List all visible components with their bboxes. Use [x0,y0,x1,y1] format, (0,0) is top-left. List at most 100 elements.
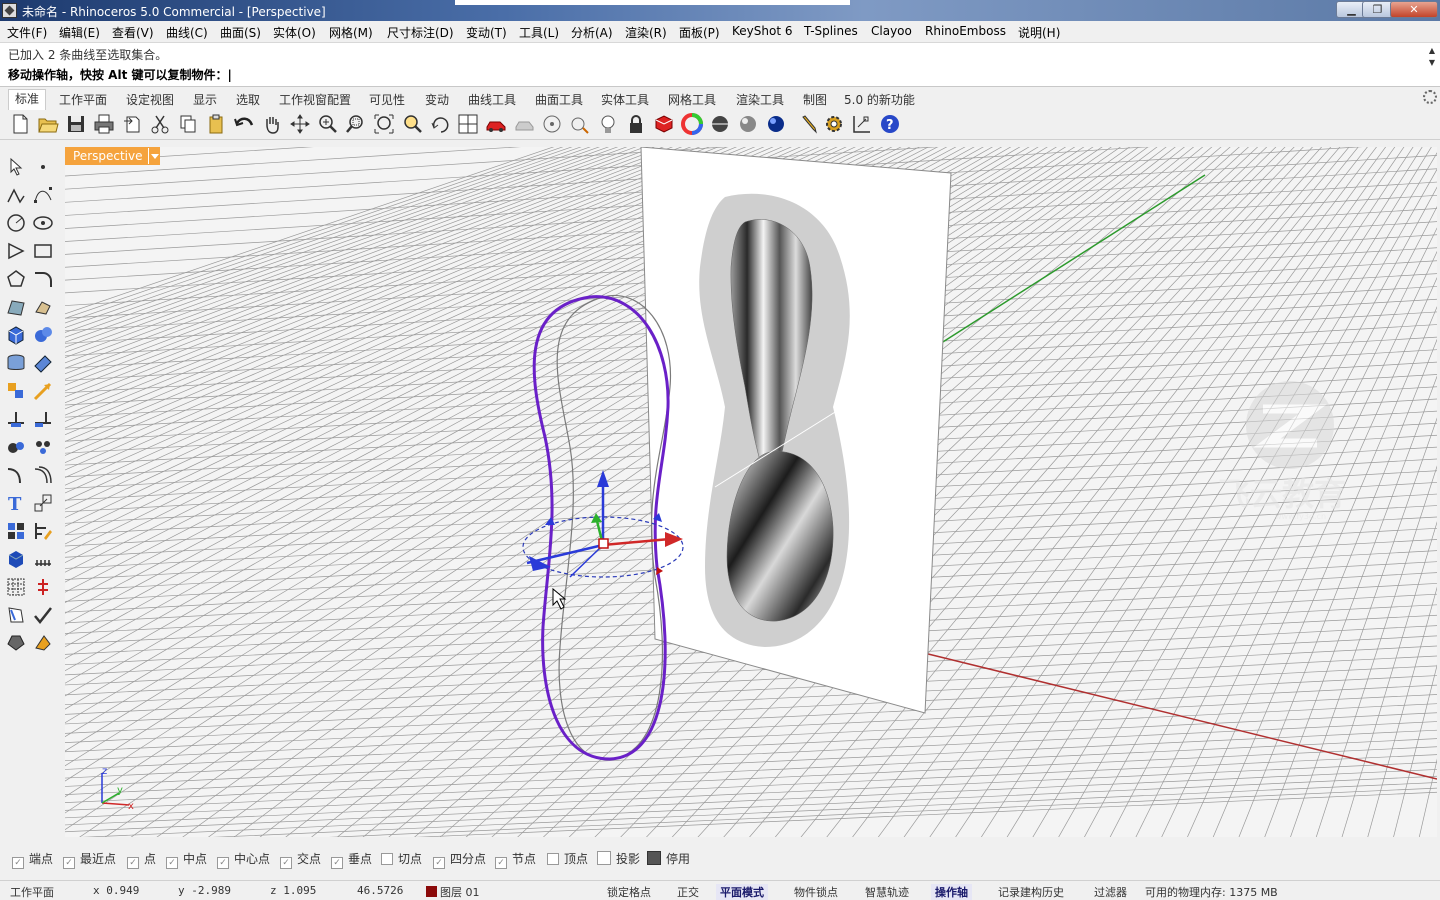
status-record-history[interactable]: 记录建构历史 [998,884,1064,900]
osnap-int[interactable]: ✓ 交点 [280,850,321,869]
osnap-center-checkbox[interactable]: ✓ [217,857,229,869]
osnap-vertex[interactable]: 顶点 [547,850,588,867]
menu-clayoo[interactable]: Clayoo [871,24,912,38]
tab-set-view[interactable]: 设定视图 [126,91,174,108]
undo-icon[interactable] [233,113,255,135]
settings-gear-icon[interactable] [823,113,845,135]
picture-frame[interactable] [640,147,952,714]
extrude-curve-icon[interactable] [32,296,54,318]
edit-tool-icon[interactable] [32,520,54,542]
tab-solid-tools[interactable]: 实体工具 [601,91,649,108]
status-filter[interactable]: 过滤器 [1094,884,1127,900]
paste-icon[interactable] [205,113,227,135]
circle-tool-icon[interactable] [5,212,27,234]
copy-icon[interactable] [177,113,199,135]
paint-tool-icon[interactable] [32,632,54,654]
status-planar[interactable]: 平面模式 [716,884,768,900]
point-icon[interactable] [569,113,591,135]
osnap-perp[interactable]: ✓ 垂点 [331,850,372,869]
cut-icon[interactable] [149,113,171,135]
menu-keyshot[interactable]: KeyShot 6 [732,24,792,38]
tab-surface-tools[interactable]: 曲面工具 [535,91,583,108]
polygon-icon[interactable] [5,268,27,290]
open-folder-icon[interactable] [37,113,59,135]
scroll-up-icon[interactable]: ▲ [1426,45,1438,57]
close-button[interactable]: ✕ [1390,1,1438,18]
osnap-quad-checkbox[interactable]: ✓ [433,857,445,869]
perspective-viewport[interactable]: 飞云教育 www.fy3d.cn z x y [65,147,1437,837]
fillet-edge-icon[interactable] [5,464,27,486]
text-tool-icon[interactable]: T [5,492,27,515]
rectangle-icon[interactable] [32,240,54,262]
point-tool-icon[interactable] [32,156,54,178]
tab-mesh-tools[interactable]: 网格工具 [668,91,716,108]
osnap-end-checkbox[interactable]: ✓ [12,857,24,869]
menu-rhinoemboss[interactable]: RhinoEmboss [925,24,1006,38]
zoom-extents-icon[interactable] [373,113,395,135]
material-ball-icon[interactable] [5,632,27,654]
grid-tool-icon[interactable] [5,576,27,598]
tab-render-tools[interactable]: 渲染工具 [736,91,784,108]
color-wheel-icon[interactable] [681,113,703,135]
menu-tsplines[interactable]: T-Splines [804,24,858,38]
menu-solid[interactable]: 实体(O) [273,24,316,41]
menu-help[interactable]: 说明(H) [1018,24,1060,41]
solid-box-icon[interactable] [5,548,27,570]
move-tool-icon[interactable] [32,380,54,402]
scroll-down-icon[interactable]: ▼ [1426,57,1438,69]
sphere-solid-icon[interactable] [32,324,54,346]
material-icon[interactable] [653,113,675,135]
help-icon[interactable]: ? [879,113,901,135]
render-tool-icon[interactable] [5,380,27,402]
mesh-cylinder-icon[interactable] [5,352,27,374]
menu-panels[interactable]: 面板(P) [679,24,720,41]
surface-corner-icon[interactable] [5,296,27,318]
zoom-window-icon[interactable] [317,113,339,135]
circle-icon[interactable] [541,113,563,135]
tab-visibility[interactable]: 可见性 [369,91,405,108]
split-tool-icon[interactable] [5,408,27,430]
osnap-point-checkbox[interactable]: ✓ [127,857,139,869]
light-bulb-icon[interactable] [597,113,619,135]
new-file-icon[interactable] [9,113,31,135]
command-prompt[interactable]: 移动操作轴，快按 Alt 键可以复制物件：| [8,66,232,83]
select-arrow-icon[interactable] [5,156,27,178]
menu-edit[interactable]: 编辑(E) [59,24,100,41]
lock-icon[interactable] [625,113,647,135]
trim-tool-icon[interactable] [32,408,54,430]
status-layer[interactable]: 图层 01 [426,884,480,900]
osnap-tan[interactable]: 切点 [381,850,422,867]
osnap-vertex-checkbox[interactable] [547,853,559,865]
tab-cplanes[interactable]: 工作平面 [59,91,107,108]
osnap-project[interactable]: 投影 [597,850,640,867]
fillet-curve-icon[interactable] [32,268,54,290]
sphere-shaded-icon[interactable] [737,113,759,135]
tab-standard[interactable]: 标准 [8,89,47,110]
tab-viewport-layout[interactable]: 工作视窗配置 [279,91,351,108]
rotate-view-icon[interactable] [289,113,311,135]
offset-curve-icon[interactable] [32,464,54,486]
menu-render[interactable]: 渲染(R) [625,24,667,41]
osnap-quad[interactable]: ✓ 四分点 [433,850,486,869]
tab-display[interactable]: 显示 [193,91,217,108]
tab-transform[interactable]: 变动 [425,91,449,108]
pan-hand-icon[interactable] [261,113,283,135]
tab-new-in-v5[interactable]: 5.0 的新功能 [844,91,915,108]
osnap-disable-checkbox[interactable] [647,851,661,865]
osnap-mid-checkbox[interactable]: ✓ [166,857,178,869]
menu-tools[interactable]: 工具(L) [519,24,559,41]
sphere-blue-icon[interactable] [765,113,787,135]
save-icon[interactable] [65,113,87,135]
tabs-options-gear-icon[interactable] [1423,90,1437,104]
layout-tool-icon[interactable] [32,576,54,598]
zoom-dynamic-icon[interactable] [345,113,367,135]
osnap-knot-checkbox[interactable]: ✓ [495,857,507,869]
scale-tool-icon[interactable] [32,492,54,514]
osnap-end[interactable]: ✓ 端点 [12,850,53,869]
check-tool-icon[interactable] [32,604,54,626]
tab-curve-tools[interactable]: 曲线工具 [468,91,516,108]
osnap-center[interactable]: ✓ 中心点 [217,850,270,869]
four-viewports-icon[interactable] [457,113,479,135]
status-ortho[interactable]: 正交 [677,884,699,900]
group-tool-icon[interactable] [5,436,27,458]
